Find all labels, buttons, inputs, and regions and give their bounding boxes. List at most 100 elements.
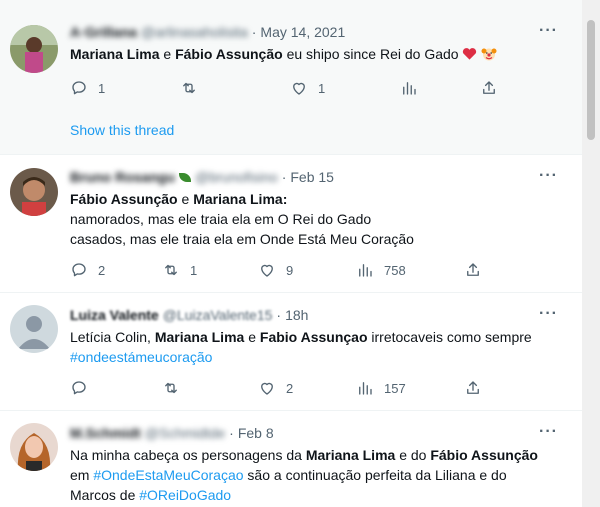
- tweet-line: Na minha cabeça os personagens da Marian…: [70, 445, 562, 465]
- tweet-header: M.Schmidt @Schmidtde · Feb 8: [70, 423, 562, 443]
- retweet-button[interactable]: 1: [162, 261, 258, 279]
- leaf-emoji-icon: [179, 172, 191, 182]
- share-button[interactable]: [464, 261, 482, 279]
- tweet-line: casados, mas ele traia ela em Onde Está …: [70, 231, 414, 247]
- more-options-icon[interactable]: ···: [539, 22, 558, 40]
- share-button[interactable]: [480, 79, 498, 97]
- scrollbar[interactable]: [582, 0, 600, 507]
- reply-count: 1: [98, 80, 106, 96]
- mention-text: Mariana Lima: [70, 46, 160, 62]
- tweet[interactable]: M.Schmidt @Schmidtde · Feb 8 Na minha ca…: [0, 411, 582, 507]
- author-handle[interactable]: @brunofisino: [195, 167, 278, 187]
- reply-button[interactable]: 1: [70, 79, 180, 97]
- tweet-line: Marcos de #OReiDoGado: [70, 485, 562, 505]
- text-segment: são a continuação perfeita da Liliana e …: [243, 467, 507, 483]
- analytics-button[interactable]: 758: [356, 261, 464, 279]
- reply-count: 2: [98, 262, 106, 278]
- author-handle[interactable]: @arlinasaholisita: [141, 22, 248, 42]
- like-button[interactable]: 1: [290, 79, 400, 97]
- show-thread-link[interactable]: Show this thread: [70, 122, 174, 138]
- analytics-icon: [403, 82, 416, 95]
- text-segment: irretocaveis como sempre: [367, 329, 532, 345]
- view-count: 157: [384, 380, 406, 396]
- heart-icon: [261, 382, 273, 395]
- text-segment: e: [159, 46, 176, 62]
- author-handle[interactable]: @Schmidtde: [145, 423, 225, 443]
- heart-icon: [293, 82, 305, 95]
- reply-button[interactable]: [70, 379, 162, 397]
- like-button[interactable]: 9: [258, 261, 356, 279]
- retweet-icon: [183, 82, 195, 94]
- analytics-button[interactable]: [400, 79, 480, 97]
- avatar[interactable]: [10, 168, 58, 216]
- text-segment: eu shipo since Rei do Gado: [282, 46, 463, 62]
- scrollbar-thumb[interactable]: [587, 20, 595, 140]
- author-name[interactable]: A·Grillana: [70, 22, 137, 42]
- tweet-text: Fábio Assunção e Mariana Lima: namorados…: [70, 189, 562, 249]
- hashtag-link[interactable]: #ondeestámeucoração: [70, 349, 212, 365]
- like-count: 2: [286, 380, 294, 396]
- more-options-icon[interactable]: ···: [539, 423, 558, 441]
- tweet[interactable]: A·Grillana @arlinasaholisita · May 14, 2…: [0, 0, 582, 155]
- author-name[interactable]: Luiza Valente: [70, 305, 159, 325]
- separator: ·: [251, 24, 257, 40]
- more-options-icon[interactable]: ···: [539, 305, 558, 323]
- mention-text: Mariana Lima: [154, 329, 245, 345]
- more-options-icon[interactable]: ···: [539, 167, 558, 185]
- like-button[interactable]: 2: [258, 379, 356, 397]
- tweet-header: Bruno Rosangu @brunofisino · Feb 15: [70, 167, 562, 187]
- tweet-date[interactable]: Feb 15: [290, 167, 334, 187]
- author-name[interactable]: Bruno Rosangu: [70, 167, 175, 187]
- tweet[interactable]: Bruno Rosangu @brunofisino · Feb 15 Fábi…: [0, 155, 582, 293]
- reply-icon: [72, 81, 86, 95]
- tweet-line: Fábio Assunção e Mariana Lima:: [70, 189, 562, 209]
- hashtag-link[interactable]: #OReiDoGado: [139, 487, 231, 503]
- tweet-line: namorados, mas ele traia ela em O Rei do…: [70, 211, 372, 227]
- action-bar: 2 157: [70, 378, 562, 398]
- tweet-date[interactable]: May 14, 2021: [260, 22, 345, 42]
- tweet[interactable]: Luiza Valente @LuizaValente15 · 18h Letí…: [0, 293, 582, 411]
- tweet-line: Letícia Colin, Mariana Lima e Fabio Assu…: [70, 327, 562, 347]
- retweet-button[interactable]: [180, 79, 290, 97]
- tweet-text: Mariana Lima e Fábio Assunção eu shipo s…: [70, 44, 562, 64]
- retweet-icon: [165, 382, 177, 394]
- reply-button[interactable]: 2: [70, 261, 162, 279]
- text-segment: em: [70, 467, 94, 483]
- retweet-icon: [165, 264, 177, 276]
- avatar[interactable]: [10, 423, 58, 471]
- like-count: 9: [286, 262, 294, 278]
- tweet-date[interactable]: 18h: [285, 305, 308, 325]
- text-segment: e: [244, 329, 260, 345]
- retweet-button[interactable]: [162, 379, 258, 397]
- share-button[interactable]: [464, 379, 482, 397]
- tweet-header: A·Grillana @arlinasaholisita · May 14, 2…: [70, 22, 562, 42]
- mention-text: Fábio Assunção: [175, 46, 283, 62]
- mention-text: Fábio Assunção: [430, 447, 538, 463]
- action-bar: 1 1: [70, 78, 562, 98]
- author-name[interactable]: M.Schmidt: [70, 423, 141, 443]
- tweet-date[interactable]: Feb 8: [238, 423, 274, 443]
- tweet-line: em #OndeEstaMeuCoraçao são a continuação…: [70, 465, 562, 485]
- share-icon: [467, 263, 479, 276]
- share-icon: [483, 81, 495, 94]
- heart-icon: [261, 264, 273, 277]
- avatar[interactable]: [10, 25, 58, 73]
- reply-icon: [72, 381, 86, 395]
- analytics-button[interactable]: 157: [356, 379, 464, 397]
- retweet-count: 1: [190, 262, 198, 278]
- like-count: 1: [318, 80, 326, 96]
- tweet-text: Na minha cabeça os personagens da Marian…: [70, 445, 562, 505]
- text-segment: e: [177, 191, 194, 207]
- separator: ·: [281, 169, 287, 185]
- author-handle[interactable]: @LuizaValente15: [163, 305, 273, 325]
- hashtag-link[interactable]: #OndeEstaMeuCoraçao: [93, 467, 243, 483]
- timeline: A·Grillana @arlinasaholisita · May 14, 2…: [0, 0, 583, 507]
- mention-text: Mariana Lima: [305, 447, 396, 463]
- clown-face-icon: [481, 48, 497, 61]
- analytics-icon: [359, 264, 372, 277]
- mention-text: Fabio Assunçao: [259, 329, 368, 345]
- avatar[interactable]: [10, 305, 58, 353]
- red-heart-icon: [463, 48, 477, 60]
- text-segment: Letícia Colin,: [70, 329, 155, 345]
- text-segment: Na minha cabeça os personagens da: [70, 447, 306, 463]
